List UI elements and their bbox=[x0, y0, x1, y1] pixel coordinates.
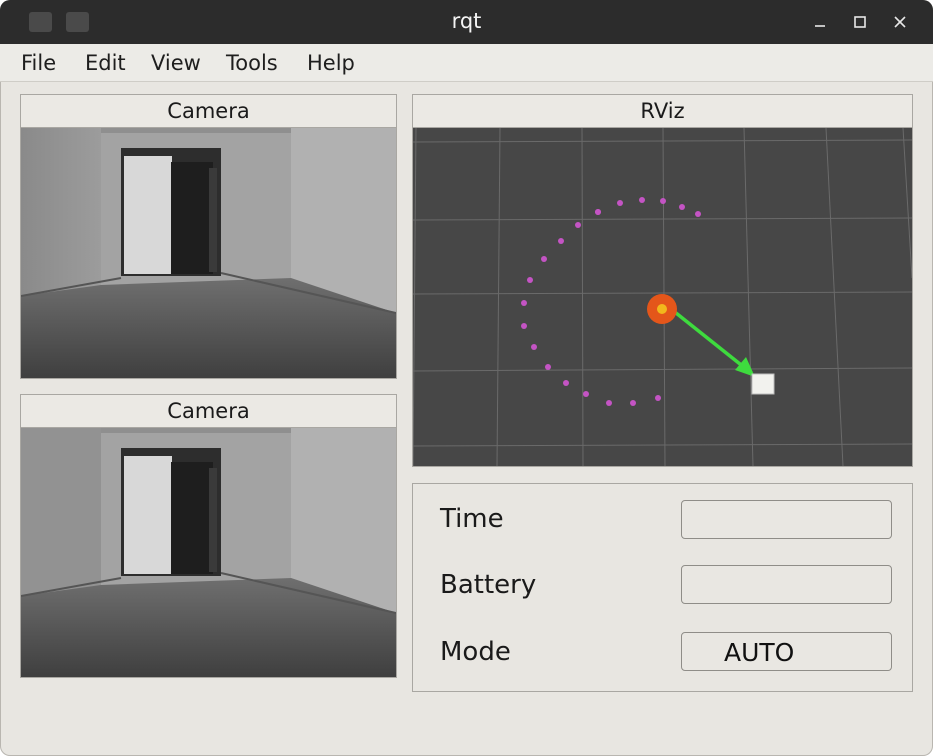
rviz-scene[interactable] bbox=[413, 128, 912, 466]
close-icon[interactable] bbox=[885, 7, 915, 37]
camera-image bbox=[21, 428, 396, 677]
camera-panel-title: Camera bbox=[21, 395, 396, 428]
status-panel: Time Battery Mode AUTO bbox=[412, 483, 913, 692]
maximize-icon[interactable] bbox=[845, 7, 875, 37]
robot-marker bbox=[647, 294, 677, 324]
time-field bbox=[681, 500, 892, 539]
camera-panel-top: Camera bbox=[20, 94, 397, 379]
rqt-window: rqt File Edit View Tools Help Camera Cam… bbox=[0, 0, 933, 756]
mode-field: AUTO bbox=[681, 632, 892, 671]
rviz-viewport[interactable] bbox=[413, 128, 912, 466]
menu-file[interactable]: File bbox=[21, 51, 56, 75]
time-label: Time bbox=[440, 504, 504, 534]
camera-panel-bottom: Camera bbox=[20, 394, 397, 678]
menu-edit[interactable]: Edit bbox=[85, 51, 126, 75]
camera-image bbox=[21, 128, 396, 378]
rviz-panel-title: RViz bbox=[413, 95, 912, 128]
goal-marker bbox=[751, 373, 775, 395]
menu-help[interactable]: Help bbox=[307, 51, 355, 75]
camera-feed-image bbox=[21, 128, 396, 378]
menu-bar: File Edit View Tools Help bbox=[0, 44, 933, 82]
rviz-panel: RViz bbox=[412, 94, 913, 467]
camera-feed-image bbox=[21, 428, 396, 677]
window-title: rqt bbox=[451, 9, 482, 33]
camera-panel-title: Camera bbox=[21, 95, 396, 128]
mode-label: Mode bbox=[440, 637, 511, 667]
battery-field bbox=[681, 565, 892, 604]
battery-label: Battery bbox=[440, 570, 537, 600]
menu-tools[interactable]: Tools bbox=[226, 51, 278, 75]
minimize-icon[interactable] bbox=[805, 7, 835, 37]
title-bar: rqt bbox=[0, 0, 933, 44]
menu-view[interactable]: View bbox=[151, 51, 201, 75]
